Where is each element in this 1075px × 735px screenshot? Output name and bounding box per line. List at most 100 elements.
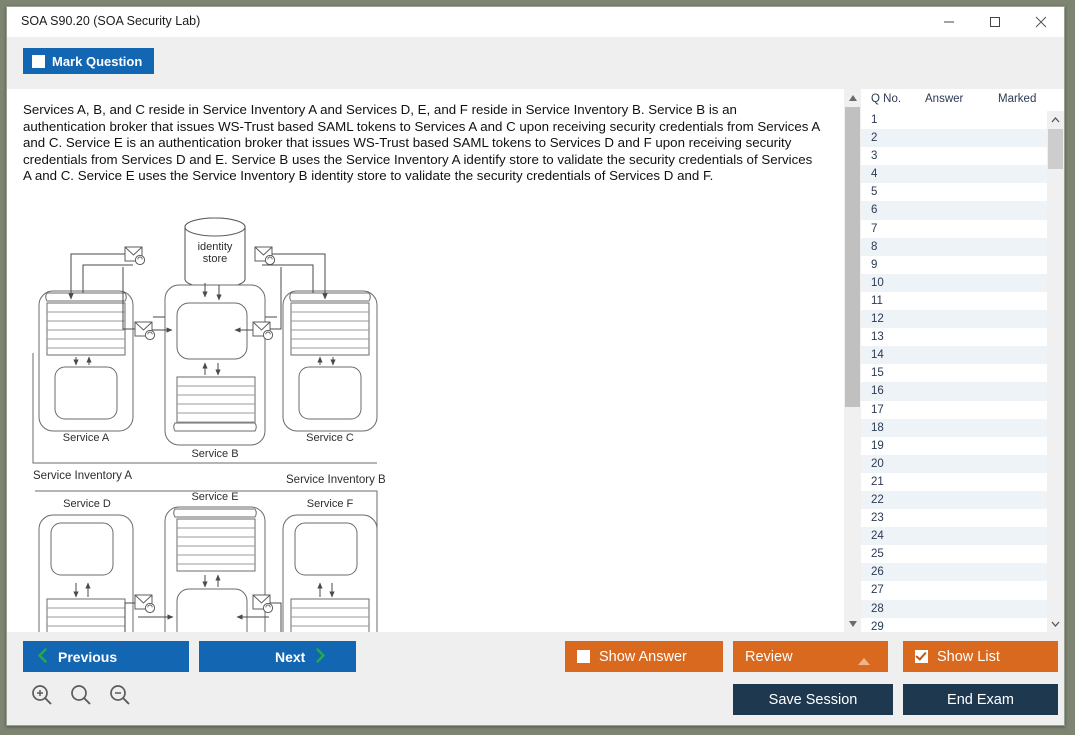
- next-button[interactable]: Next: [199, 641, 356, 672]
- question-list-panel: Q No. Answer Marked 1 2 3 4 5 6 7 8 9 10 11 12 13 14 1…: [861, 89, 1064, 632]
- question-pane: Services A, B, and C reside in Service I…: [7, 89, 833, 632]
- window-controls: [926, 7, 1064, 37]
- exam-window: SOA S90.20 (SOA Security Lab) Mark Quest…: [6, 6, 1065, 726]
- table-row[interactable]: 8: [861, 237, 1047, 256]
- table-row[interactable]: 19: [861, 436, 1047, 455]
- table-row[interactable]: 17: [861, 400, 1047, 419]
- scroll-up-icon[interactable]: [844, 89, 861, 106]
- cell-qno: 1: [871, 114, 878, 126]
- table-row[interactable]: 27: [861, 581, 1047, 600]
- table-row[interactable]: 3: [861, 147, 1047, 166]
- review-label: Review: [745, 648, 793, 665]
- column-header-answer: Answer: [925, 93, 964, 105]
- show-answer-label: Show Answer: [599, 648, 687, 665]
- show-list-button[interactable]: Show List: [903, 641, 1058, 672]
- cell-qno: 16: [871, 385, 884, 398]
- cell-qno: 7: [871, 222, 878, 235]
- table-row[interactable]: 25: [861, 545, 1047, 564]
- table-row[interactable]: 28: [861, 599, 1047, 618]
- cell-qno: 19: [871, 439, 884, 452]
- list-scroll-down-icon[interactable]: [1047, 615, 1064, 632]
- question-list-body[interactable]: 1 2 3 4 5 6 7 8 9 10 11 12 13 14 15 16 17 18 19 20 21 22 23 24 2…: [861, 111, 1047, 632]
- cell-qno: 18: [871, 421, 884, 434]
- service-f-shape: Service F: [282, 498, 378, 632]
- table-row[interactable]: 20: [861, 454, 1047, 473]
- table-row[interactable]: 5: [861, 183, 1047, 202]
- footer-toolbar: Previous Next Show Answer Review Show Li…: [7, 632, 1064, 725]
- zoom-in-icon[interactable]: [31, 684, 53, 709]
- question-list-header: Q No. Answer Marked: [861, 89, 1064, 111]
- table-row[interactable]: 2: [861, 129, 1047, 148]
- table-row[interactable]: 21: [861, 472, 1047, 491]
- minimize-icon[interactable]: [926, 7, 972, 37]
- previous-label: Previous: [58, 648, 118, 665]
- cell-qno: 21: [871, 475, 884, 488]
- main-content: Services A, B, and C reside in Service I…: [7, 89, 1064, 632]
- svg-text:Service Inventory A: Service Inventory A: [33, 470, 132, 482]
- mark-question-button[interactable]: Mark Question: [23, 48, 155, 74]
- previous-button[interactable]: Previous: [23, 641, 189, 672]
- question-pane-scrollbar[interactable]: [843, 89, 861, 632]
- cell-qno: 23: [871, 512, 884, 525]
- service-e-shape: Service E: [164, 491, 266, 632]
- question-diagram: identity store Service A Service B Servi…: [25, 217, 390, 632]
- svg-text:Service A: Service A: [63, 432, 110, 444]
- question-list-scrollbar[interactable]: [1047, 111, 1064, 632]
- end-exam-button[interactable]: End Exam: [903, 684, 1058, 715]
- mark-question-label: Mark Question: [52, 53, 143, 69]
- zoom-reset-icon[interactable]: [70, 684, 92, 709]
- table-row[interactable]: 23: [861, 509, 1047, 528]
- zoom-out-icon[interactable]: [109, 684, 131, 709]
- zoom-controls: [31, 684, 131, 709]
- cell-qno: 11: [871, 294, 883, 307]
- title-bar: SOA S90.20 (SOA Security Lab): [7, 7, 1064, 37]
- table-row[interactable]: 6: [861, 201, 1047, 220]
- save-session-button[interactable]: Save Session: [733, 684, 893, 715]
- scrollbar-thumb[interactable]: [845, 107, 860, 407]
- svg-text:identity: identity: [198, 241, 233, 253]
- cell-qno: 25: [871, 548, 884, 561]
- cell-qno: 8: [871, 240, 878, 253]
- show-list-checkbox[interactable]: [915, 650, 928, 663]
- cell-qno: 4: [871, 168, 878, 181]
- show-list-label: Show List: [937, 648, 1000, 665]
- table-row[interactable]: 18: [861, 418, 1047, 437]
- table-row[interactable]: 10: [861, 273, 1047, 292]
- table-row[interactable]: 24: [861, 527, 1047, 546]
- chevron-up-icon: [858, 653, 870, 669]
- list-scroll-up-icon[interactable]: [1047, 111, 1064, 128]
- show-answer-button[interactable]: Show Answer: [565, 641, 723, 672]
- table-row[interactable]: 11: [861, 291, 1047, 311]
- table-row[interactable]: 29: [861, 617, 1047, 632]
- cell-qno: 17: [871, 403, 884, 416]
- review-dropdown[interactable]: Review: [733, 641, 888, 672]
- table-row[interactable]: 15: [861, 364, 1047, 383]
- close-icon[interactable]: [1018, 7, 1064, 37]
- cell-qno: 28: [871, 602, 884, 615]
- table-row[interactable]: 4: [861, 165, 1047, 184]
- list-scrollbar-thumb[interactable]: [1048, 129, 1063, 169]
- table-row[interactable]: 22: [861, 490, 1047, 510]
- cell-qno: 5: [871, 186, 878, 199]
- mark-question-checkbox[interactable]: [32, 54, 45, 68]
- table-row[interactable]: 26: [861, 563, 1047, 582]
- service-d-shape: Service D: [38, 498, 134, 632]
- service-a-shape: Service A: [38, 290, 134, 444]
- table-row[interactable]: 9: [861, 255, 1047, 274]
- scroll-down-icon[interactable]: [844, 615, 861, 632]
- table-row[interactable]: 14: [861, 346, 1047, 365]
- svg-text:Service E: Service E: [191, 491, 238, 503]
- cell-qno: 6: [871, 204, 878, 217]
- table-row[interactable]: 12: [861, 310, 1047, 329]
- table-row[interactable]: 7: [861, 219, 1047, 238]
- svg-text:Service D: Service D: [63, 498, 111, 510]
- svg-text:Service B: Service B: [191, 448, 238, 460]
- cell-qno: 14: [871, 349, 884, 362]
- table-row[interactable]: 16: [861, 382, 1047, 401]
- question-text: Services A, B, and C reside in Service I…: [23, 102, 820, 184]
- table-row[interactable]: 13: [861, 328, 1047, 347]
- table-row[interactable]: 1: [861, 111, 1047, 130]
- svg-text:Service Inventory B: Service Inventory B: [286, 474, 386, 486]
- maximize-icon[interactable]: [972, 7, 1018, 37]
- show-answer-checkbox[interactable]: [577, 650, 590, 663]
